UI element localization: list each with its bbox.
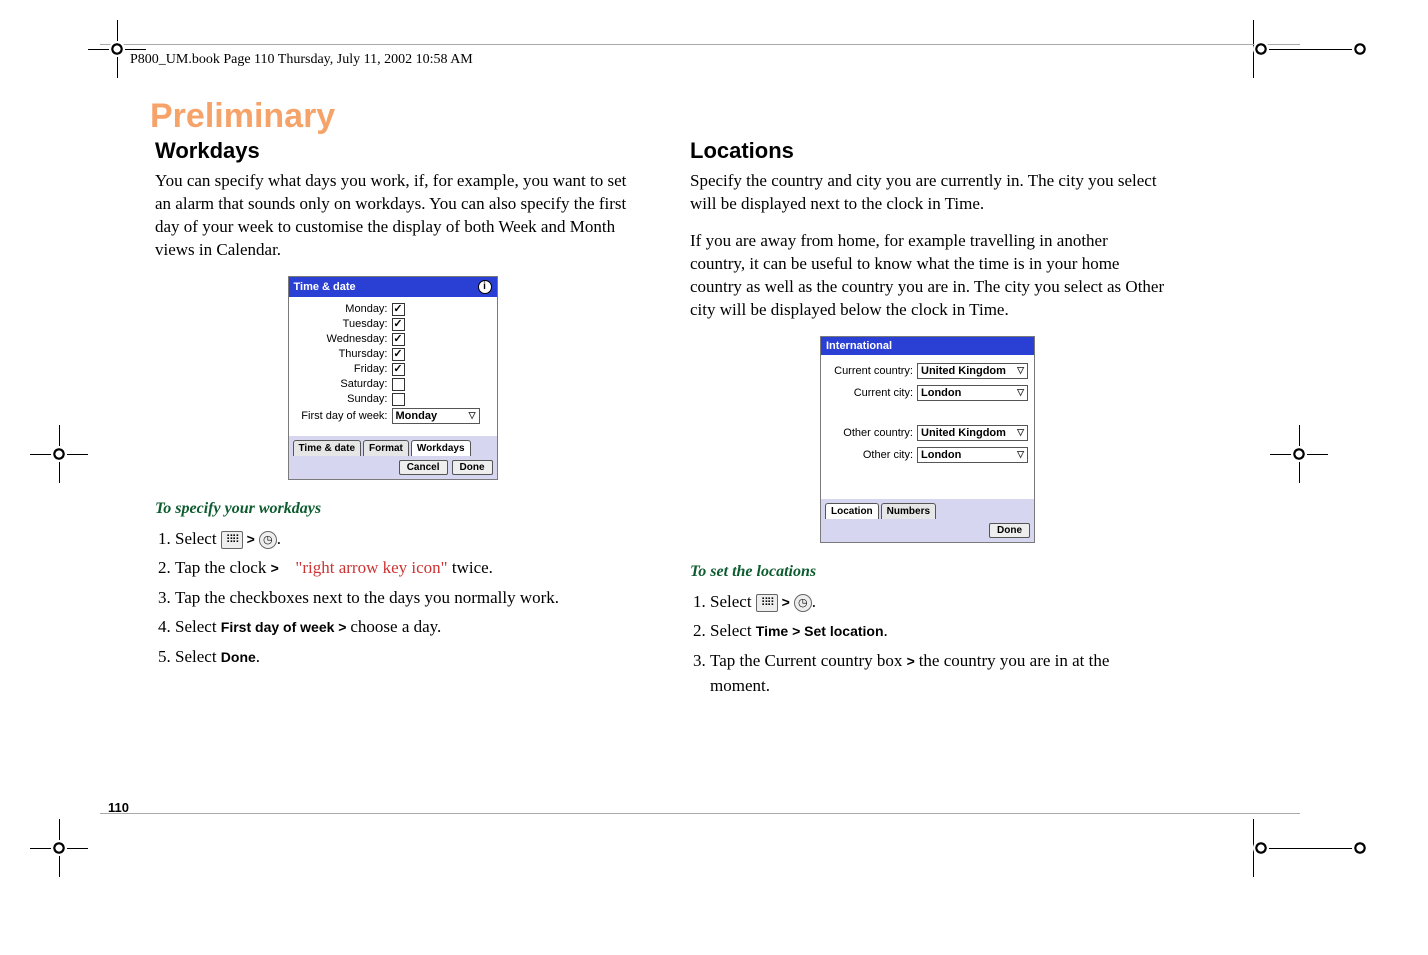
crop-mark bbox=[1270, 425, 1328, 483]
day-checkbox[interactable]: ✓ bbox=[392, 333, 405, 346]
crop-mark bbox=[30, 425, 88, 483]
day-label: Monday: bbox=[297, 303, 392, 315]
first-day-select[interactable]: Monday ▽ bbox=[392, 408, 480, 424]
day-label: Tuesday: bbox=[297, 318, 392, 330]
tab-numbers[interactable]: Numbers bbox=[881, 503, 936, 519]
clock-icon bbox=[259, 531, 277, 549]
chevron-down-icon: ▽ bbox=[1017, 387, 1024, 398]
day-row: Friday:✓ bbox=[297, 363, 489, 376]
panel-titlebar: Time & date i bbox=[289, 277, 497, 297]
current-country-select[interactable]: United Kingdom ▽ bbox=[917, 363, 1028, 379]
locations-para2: If you are away from home, for example t… bbox=[690, 230, 1165, 322]
day-row: Wednesday:✓ bbox=[297, 333, 489, 346]
done-button[interactable]: Done bbox=[452, 460, 493, 475]
first-day-value: Monday bbox=[396, 410, 438, 422]
current-country-label: Current country: bbox=[827, 365, 917, 377]
panel-title: International bbox=[826, 340, 892, 352]
red-annotation: "right arrow key icon" bbox=[295, 558, 447, 577]
day-label: Saturday: bbox=[297, 378, 392, 390]
specify-workdays-subheading: To specify your workdays bbox=[155, 500, 630, 518]
crop-mark bbox=[1253, 819, 1368, 877]
day-row: Monday:✓ bbox=[297, 303, 489, 316]
day-label: Wednesday: bbox=[297, 333, 392, 345]
crop-mark bbox=[30, 819, 88, 877]
locations-heading: Locations bbox=[690, 138, 1165, 164]
step-1: Select > . bbox=[175, 526, 630, 552]
tab-format[interactable]: Format bbox=[363, 440, 409, 456]
locations-para1: Specify the country and city you are cur… bbox=[690, 170, 1165, 216]
chevron-down-icon: ▽ bbox=[1017, 365, 1024, 376]
workdays-paragraph: You can specify what days you work, if, … bbox=[155, 170, 630, 262]
panel-title: Time & date bbox=[294, 281, 356, 293]
day-row: Thursday:✓ bbox=[297, 348, 489, 361]
step-3: Tap the checkboxes next to the days you … bbox=[175, 585, 630, 611]
day-checkbox[interactable]: ✓ bbox=[392, 303, 405, 316]
apps-icon bbox=[221, 531, 243, 549]
tab-workdays[interactable]: Workdays bbox=[411, 440, 471, 456]
day-label: Sunday: bbox=[297, 393, 392, 405]
tab-location[interactable]: Location bbox=[825, 503, 879, 519]
other-country-label: Other country: bbox=[827, 427, 917, 439]
crop-mark bbox=[1253, 20, 1368, 78]
crop-mark bbox=[88, 20, 146, 78]
info-icon[interactable]: i bbox=[478, 280, 492, 294]
day-checkbox[interactable] bbox=[392, 378, 405, 391]
chevron-down-icon: ▽ bbox=[469, 410, 476, 421]
day-checkbox[interactable]: ✓ bbox=[392, 348, 405, 361]
day-label: Friday: bbox=[297, 363, 392, 375]
day-row: Tuesday:✓ bbox=[297, 318, 489, 331]
day-checkbox[interactable] bbox=[392, 393, 405, 406]
apps-icon bbox=[756, 594, 778, 612]
day-checkbox[interactable]: ✓ bbox=[392, 318, 405, 331]
done-button[interactable]: Done bbox=[989, 523, 1030, 538]
right-column: Locations Specify the country and city y… bbox=[690, 138, 1165, 703]
cancel-button[interactable]: Cancel bbox=[399, 460, 448, 475]
preliminary-watermark: Preliminary bbox=[150, 97, 335, 136]
page-number: 110 bbox=[108, 800, 129, 815]
other-country-select[interactable]: United Kingdom ▽ bbox=[917, 425, 1028, 441]
step-2: Select Time > Set location. bbox=[710, 618, 1165, 644]
day-row: Sunday: bbox=[297, 393, 489, 406]
current-city-select[interactable]: London ▽ bbox=[917, 385, 1028, 401]
workdays-heading: Workdays bbox=[155, 138, 630, 164]
day-label: Thursday: bbox=[297, 348, 392, 360]
tab-time-date[interactable]: Time & date bbox=[293, 440, 362, 456]
chevron-down-icon: ▽ bbox=[1017, 449, 1024, 460]
set-locations-subheading: To set the locations bbox=[690, 563, 1165, 581]
step-3: Tap the Current country box > the countr… bbox=[710, 648, 1165, 699]
other-city-label: Other city: bbox=[827, 449, 917, 461]
first-day-label: First day of week: bbox=[297, 410, 392, 422]
step-5: Select Done. bbox=[175, 644, 630, 670]
other-city-select[interactable]: London ▽ bbox=[917, 447, 1028, 463]
chevron-down-icon: ▽ bbox=[1017, 427, 1024, 438]
current-city-label: Current city: bbox=[827, 387, 917, 399]
international-panel: International Current country: United Ki… bbox=[820, 336, 1035, 543]
time-date-panel: Time & date i Monday:✓Tuesday:✓Wednesday… bbox=[288, 276, 498, 480]
clock-icon bbox=[794, 594, 812, 612]
step-1: Select > . bbox=[710, 589, 1165, 615]
page-header: P800_UM.book Page 110 Thursday, July 11,… bbox=[130, 52, 473, 68]
step-4: Select First day of week > choose a day. bbox=[175, 614, 630, 640]
day-checkbox[interactable]: ✓ bbox=[392, 363, 405, 376]
left-column: Workdays You can specify what days you w… bbox=[155, 138, 630, 703]
step-2: Tap the clock > "right arrow key icon" t… bbox=[175, 555, 630, 581]
day-row: Saturday: bbox=[297, 378, 489, 391]
panel-titlebar: International bbox=[821, 337, 1034, 355]
